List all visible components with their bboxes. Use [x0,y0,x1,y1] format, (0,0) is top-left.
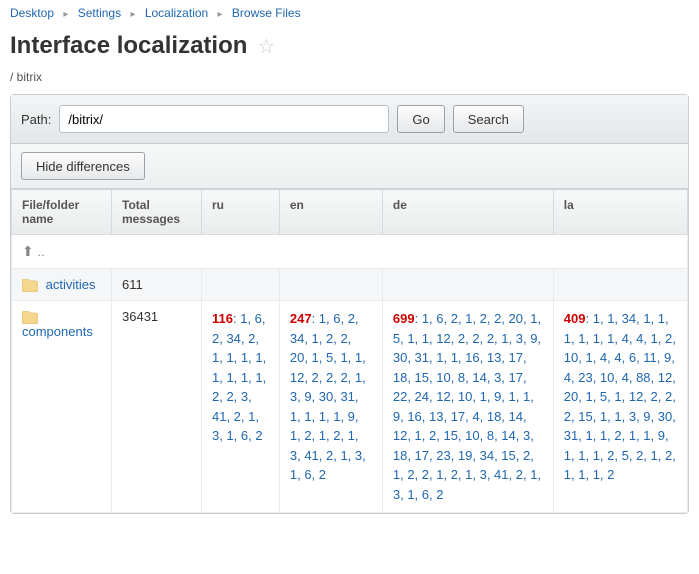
en-cell [279,269,382,301]
col-name[interactable]: File/folder name [12,190,112,235]
la-cell: 409: 1, 1, 34, 1, 1, 1, 1, 1, 1, 4, 4, 1… [553,301,687,513]
total-cell: 36431 [112,301,202,513]
de-cell: 699: 1, 6, 2, 1, 2, 2, 20, 1, 5, 1, 1, 1… [382,301,553,513]
diff-nums[interactable]: 1, 6, 2, 34, 2, 1, 1, 1, 1, 1, 1, 1, 1, … [212,311,266,443]
current-path: / bitrix [0,70,699,94]
up-row[interactable]: ⬆ .. [12,235,688,269]
crumb-localization[interactable]: Localization [145,6,208,20]
crumb-sep: ▸ [63,9,68,20]
folder-icon [22,311,38,324]
up-dots: .. [37,244,44,259]
folder-link[interactable]: components [22,324,93,339]
action-toolbar: Hide differences [11,144,688,189]
diff-nums[interactable]: 1, 1, 34, 1, 1, 1, 1, 1, 1, 4, 4, 1, 2, … [564,311,676,482]
ru-cell [202,269,280,301]
search-button[interactable]: Search [453,105,524,133]
path-label: Path: [21,112,51,127]
col-total[interactable]: Total messages [112,190,202,235]
col-la[interactable]: la [553,190,687,235]
col-ru[interactable]: ru [202,190,280,235]
de-cell [382,269,553,301]
diff-count: 699 [393,311,415,326]
ru-cell: 116: 1, 6, 2, 34, 2, 1, 1, 1, 1, 1, 1, 1… [202,301,280,513]
up-arrow-icon: ⬆ [22,243,34,259]
breadcrumb: Desktop ▸ Settings ▸ Localization ▸ Brow… [0,0,699,26]
crumb-sep: ▸ [130,9,135,20]
table-row: components 36431 116: 1, 6, 2, 34, 2, 1,… [12,301,688,513]
diff-nums[interactable]: 1, 6, 2, 34, 1, 2, 2, 20, 1, 5, 1, 1, 12… [290,311,366,482]
diff-count: 247 [290,311,312,326]
page-title: Interface localization [10,32,247,60]
go-button[interactable]: Go [397,105,444,133]
table-row: activities 611 [12,269,688,301]
path-input[interactable] [59,105,389,133]
hide-differences-button[interactable]: Hide differences [21,152,145,180]
crumb-desktop[interactable]: Desktop [10,6,54,20]
folder-icon [22,279,38,292]
total-cell: 611 [112,269,202,301]
crumb-settings[interactable]: Settings [78,6,121,20]
diff-count: 409 [564,311,586,326]
localization-table: File/folder name Total messages ru en de… [11,189,688,513]
crumb-browse[interactable]: Browse Files [232,6,301,20]
diff-nums[interactable]: 1, 6, 2, 1, 2, 2, 20, 1, 5, 1, 1, 12, 2,… [393,311,541,502]
diff-count: 116 [212,311,233,326]
la-cell [553,269,687,301]
col-en[interactable]: en [279,190,382,235]
folder-link[interactable]: activities [46,277,96,292]
path-toolbar: Path: Go Search [11,95,688,144]
main-panel: Path: Go Search Hide differences File/fo… [10,94,689,514]
crumb-sep: ▸ [218,9,223,20]
star-icon[interactable]: ☆ [257,34,275,59]
en-cell: 247: 1, 6, 2, 34, 1, 2, 2, 20, 1, 5, 1, … [279,301,382,513]
col-de[interactable]: de [382,190,553,235]
